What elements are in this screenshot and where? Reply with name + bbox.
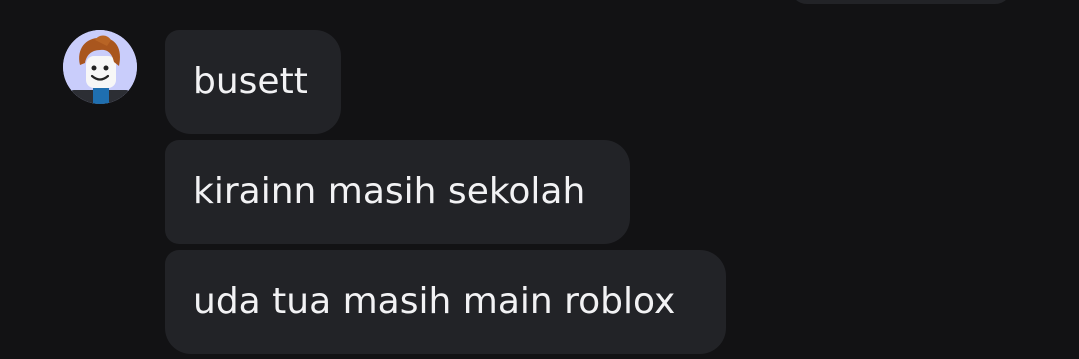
message-text: kirainn masih sekolah <box>193 171 586 212</box>
message-bubble[interactable]: kirainn masih sekolah <box>165 140 630 244</box>
previous-message-bubble <box>790 0 1012 4</box>
avatar-icon <box>63 30 137 104</box>
message-bubble[interactable]: uda tua masih main roblox <box>165 250 726 354</box>
message-bubble[interactable]: busett <box>165 30 341 134</box>
message-text: busett <box>193 61 308 102</box>
sender-avatar[interactable] <box>63 30 137 104</box>
message-text: uda tua masih main roblox <box>193 281 676 322</box>
